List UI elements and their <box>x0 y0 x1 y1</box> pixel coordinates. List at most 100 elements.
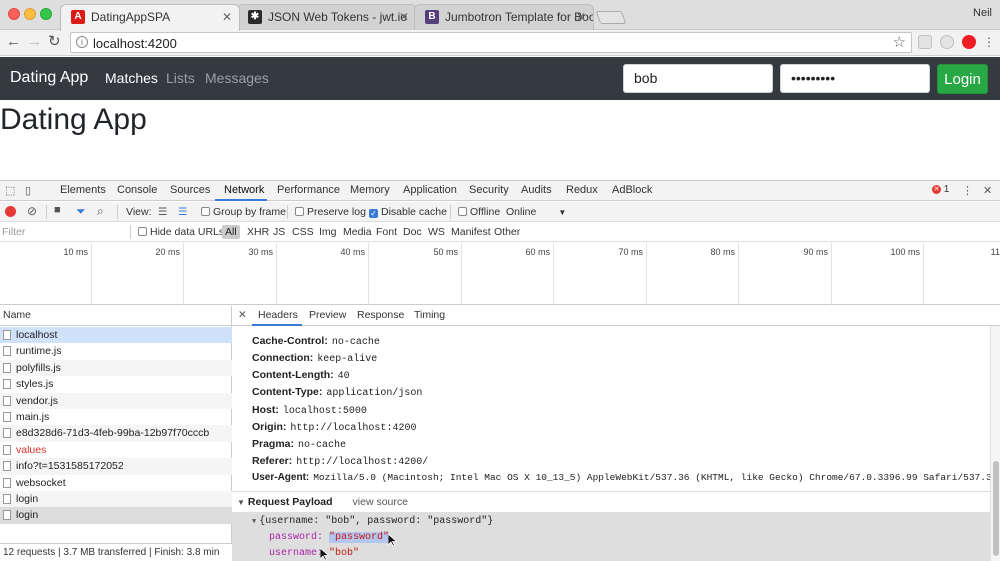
filter-icon[interactable]: ⏷ <box>76 204 86 219</box>
inspect-element-icon[interactable]: ⬚ <box>5 184 15 197</box>
waterfall-overview-icon[interactable]: ☰ <box>178 206 187 218</box>
username-input[interactable]: bob <box>623 64 773 93</box>
forward-arrow-icon[interactable]: → <box>27 33 42 51</box>
offline-label: Offline <box>470 206 501 218</box>
nav-link-matches[interactable]: Matches <box>105 70 158 86</box>
tab-console[interactable]: Console <box>117 184 157 196</box>
payload-key: password: <box>269 532 324 543</box>
payload-summary[interactable]: ▼ {username: "bob", password: "password"} <box>252 516 493 527</box>
camera-icon[interactable]: ■ <box>54 204 61 216</box>
tab-performance[interactable]: Performance <box>277 184 340 196</box>
request-row[interactable]: vendor.js <box>0 392 232 409</box>
request-row[interactable]: websocket <box>0 475 232 491</box>
scrollbar-thumb[interactable] <box>993 461 999 556</box>
browser-tab-jwt[interactable]: ✱ JSON Web Tokens - jwt.io ✕ <box>237 4 417 30</box>
tab-network[interactable]: Network <box>224 184 264 196</box>
timeline-tick-label: 40 ms <box>340 247 365 257</box>
filter-type-xhr[interactable]: XHR <box>247 226 269 238</box>
search-icon[interactable]: ⌕ <box>97 204 104 219</box>
filter-type-css[interactable]: CSS <box>292 226 314 238</box>
disable-cache-checkbox[interactable]: ✓ Disable cache <box>369 206 447 218</box>
error-count-badge[interactable]: ✕ 1 <box>932 184 949 195</box>
profile-name[interactable]: Neil <box>973 7 992 19</box>
filter-type-other[interactable]: Other <box>494 226 520 238</box>
request-row[interactable]: localhost <box>0 327 232 344</box>
close-tab-icon[interactable]: ✕ <box>222 5 232 29</box>
filter-type-js[interactable]: JS <box>273 226 285 238</box>
close-window-button[interactable] <box>8 8 20 20</box>
tab-memory[interactable]: Memory <box>350 184 390 196</box>
close-detail-icon[interactable]: ✕ <box>238 309 247 321</box>
filter-type-ws[interactable]: WS <box>428 226 445 238</box>
request-row[interactable]: runtime.js <box>0 343 232 359</box>
detail-scrollbar[interactable] <box>990 326 1000 561</box>
filter-type-doc[interactable]: Doc <box>403 226 422 238</box>
browser-tab-datingappspa[interactable]: A DatingAppSPA ✕ <box>60 4 240 31</box>
name-column-header[interactable]: Name <box>0 306 232 326</box>
bookmark-star-icon[interactable]: ☆ <box>893 33 906 51</box>
timeline-tick-label: 50 ms <box>433 247 458 257</box>
new-tab-button[interactable] <box>595 11 627 24</box>
filter-type-all[interactable]: All <box>222 225 240 239</box>
extension-icon[interactable] <box>918 35 932 49</box>
tab-adblock[interactable]: AdBlock <box>612 184 652 196</box>
offline-checkbox[interactable]: Offline <box>458 206 500 218</box>
request-row-error[interactable]: values <box>0 442 232 458</box>
large-rows-icon[interactable]: ☰ <box>158 206 167 218</box>
close-devtools-icon[interactable]: ✕ <box>983 184 992 197</box>
clear-icon[interactable]: ⊘ <box>27 204 37 218</box>
tab-audits[interactable]: Audits <box>521 184 552 196</box>
address-bar[interactable]: i localhost:4200 ☆ <box>70 32 912 53</box>
filter-type-font[interactable]: Font <box>376 226 397 238</box>
preserve-log-checkbox[interactable]: Preserve log <box>295 206 366 218</box>
close-tab-icon[interactable]: ✕ <box>576 5 586 29</box>
tab-headers[interactable]: Headers <box>258 309 298 321</box>
nav-link-lists[interactable]: Lists <box>166 70 195 86</box>
extension-icon[interactable] <box>940 35 954 49</box>
request-row[interactable]: polyfills.js <box>0 359 232 377</box>
reload-icon[interactable]: ↻ <box>48 33 61 51</box>
url-text[interactable]: localhost:4200 <box>93 36 177 51</box>
request-row[interactable]: login <box>0 491 232 508</box>
opera-extension-icon[interactable] <box>962 35 976 49</box>
request-row[interactable]: info?t=1531585172052 <box>0 458 232 475</box>
request-row[interactable]: styles.js <box>0 376 232 392</box>
throttle-select[interactable]: Online ▼ <box>506 206 566 218</box>
tab-preview[interactable]: Preview <box>309 309 346 321</box>
tab-elements[interactable]: Elements <box>60 184 106 196</box>
login-button[interactable]: Login <box>937 64 988 94</box>
back-arrow-icon[interactable]: ← <box>6 33 21 51</box>
tab-security[interactable]: Security <box>469 184 509 196</box>
password-input[interactable]: ••••••••• <box>780 64 930 93</box>
close-tab-icon[interactable]: ✕ <box>399 5 409 29</box>
tab-application[interactable]: Application <box>403 184 457 196</box>
view-source-link[interactable]: view source <box>353 496 408 508</box>
app-brand[interactable]: Dating App <box>10 69 88 87</box>
tab-timing[interactable]: Timing <box>414 309 445 321</box>
request-row[interactable]: e8d328d6-71d3-4feb-99ba-12b97f70cccb <box>0 425 232 442</box>
group-by-frame-checkbox[interactable]: Group by frame <box>201 206 286 218</box>
request-row[interactable]: main.js <box>0 409 232 425</box>
tab-redux[interactable]: Redux <box>566 184 598 196</box>
browser-tab-jumbotron[interactable]: B Jumbotron Template for Boots ✕ <box>414 4 594 30</box>
request-payload-section[interactable]: ▼ Request Payload view source <box>232 491 990 511</box>
info-icon[interactable]: i <box>76 36 88 48</box>
minimize-window-button[interactable] <box>24 8 36 20</box>
filter-input[interactable]: Filter <box>2 226 25 238</box>
record-icon[interactable] <box>5 206 16 217</box>
filter-type-media[interactable]: Media <box>343 226 372 238</box>
network-overview-timeline[interactable]: 10 ms 20 ms 30 ms 40 ms 50 ms 60 ms 70 m… <box>0 243 1000 305</box>
filter-type-img[interactable]: Img <box>319 226 337 238</box>
request-row-active[interactable]: login <box>0 507 232 524</box>
tab-response[interactable]: Response <box>357 309 404 321</box>
maximize-window-button[interactable] <box>40 8 52 20</box>
filter-type-manifest[interactable]: Manifest <box>451 226 491 238</box>
tab-sources[interactable]: Sources <box>170 184 210 196</box>
hide-data-urls-checkbox[interactable]: Hide data URLs <box>138 226 224 238</box>
devtools-menu-icon[interactable]: ⋮ <box>962 184 973 197</box>
menu-dots-icon[interactable]: ⋮ <box>983 33 995 51</box>
nav-link-messages[interactable]: Messages <box>205 70 269 86</box>
payload-field[interactable]: password: "password" <box>269 532 390 543</box>
payload-field[interactable]: username: "bob" <box>269 548 359 559</box>
device-toolbar-icon[interactable]: ▯ <box>25 184 31 197</box>
